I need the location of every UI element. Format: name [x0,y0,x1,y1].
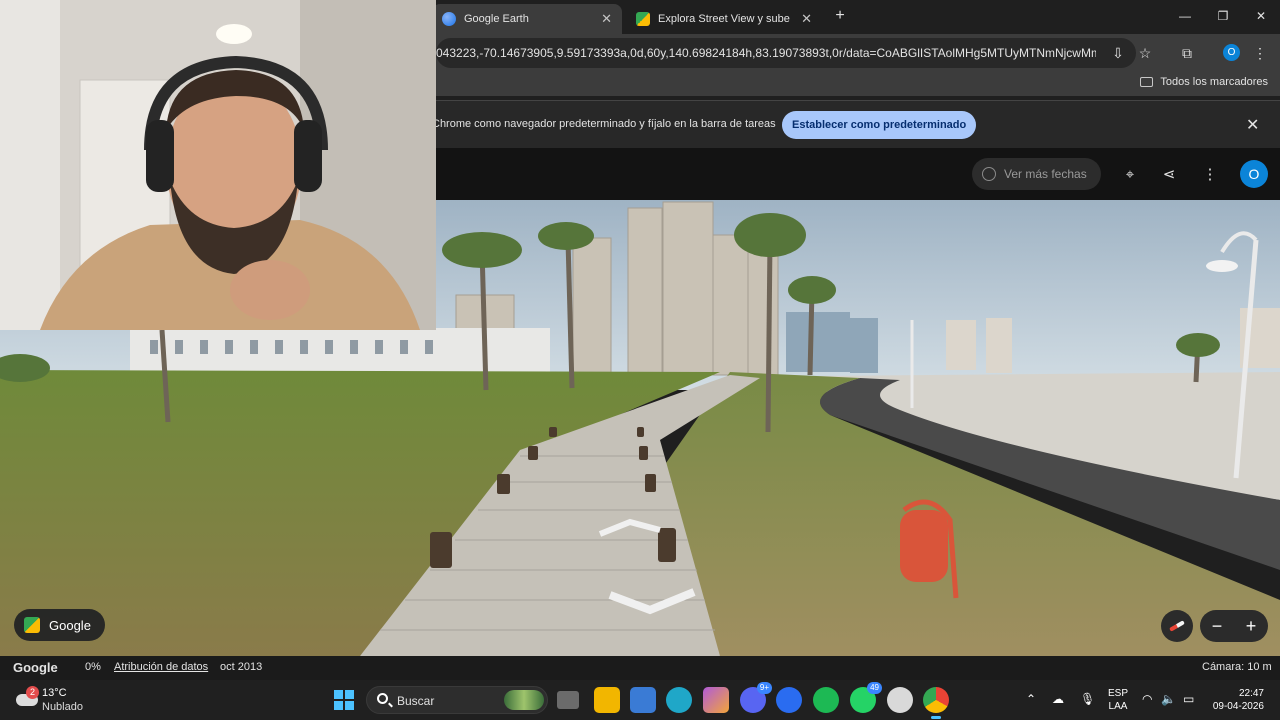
google-maps-chip[interactable]: Google [14,609,105,641]
close-tab-icon[interactable]: ✕ [801,11,812,27]
spotify-icon[interactable] [813,687,839,713]
tab-google-earth[interactable]: Google Earth ✕ [432,4,622,34]
compass-button[interactable] [1161,610,1193,642]
zoom-out-button[interactable]: − [1212,616,1223,637]
screenshot-icon[interactable]: ⌖ [1119,164,1141,186]
language-indicator[interactable]: ESP LAA [1108,687,1128,713]
profile-avatar[interactable]: O [1223,44,1240,61]
language-code: ESP [1108,688,1129,699]
edge-icon[interactable] [666,687,692,713]
weather-condition: Nublado [42,701,83,713]
tab-title: Explora Street View y sube tus p [658,13,793,25]
more-dates-button[interactable]: Ver más fechas [972,158,1101,190]
close-tab-icon[interactable]: ✕ [601,11,612,27]
whatsapp-icon[interactable]: 49 [850,682,882,713]
ea-icon[interactable] [776,687,802,713]
battery-icon[interactable]: ▭ [1183,692,1194,706]
set-default-button[interactable]: Establecer como predeterminado [782,111,977,139]
infobar-close-icon[interactable]: ✕ [1246,115,1259,135]
google-maps-icon [24,617,40,633]
bookmark-star-icon[interactable]: ☆ [1135,43,1155,63]
new-tab-button[interactable]: + [830,6,850,26]
discord-badge: 9+ [756,682,772,694]
more-options-icon[interactable]: ⋮ [1199,164,1221,186]
taskbar-search[interactable]: Buscar [366,686,548,714]
camera-altitude: Cámara: 10 m [1202,661,1272,673]
store-icon[interactable] [630,687,656,713]
compass-needle-icon [1169,620,1185,632]
weather-widget[interactable]: 2 [14,686,40,712]
minimize-button[interactable]: — [1170,6,1200,26]
file-explorer-icon[interactable] [594,687,620,713]
wifi-icon[interactable]: ◠ [1142,692,1152,706]
all-bookmarks-button[interactable]: Todos los marcadores [1140,76,1268,88]
google-logo: Google [13,660,58,675]
search-icon [377,693,388,704]
more-dates-label: Ver más fechas [1004,167,1087,181]
extensions-icon[interactable]: ⧉ [1177,43,1197,63]
address-bar[interactable]: 043223,-70.14673905,9.59173393a,0d,60y,1… [436,38,1136,68]
zoom-controls: − + [1200,610,1268,642]
weather-badge: 2 [26,686,39,699]
windows-taskbar: 2 13°C Nublado Buscar 9+ 49 ⌃ ☁ 🎙 ESP LA… [0,680,1280,720]
clock-app-icon[interactable] [887,687,913,713]
zoom-in-button[interactable]: + [1246,616,1257,637]
discord-icon[interactable]: 9+ [740,682,772,713]
search-label: Buscar [397,694,435,708]
whatsapp-badge: 49 [867,682,882,694]
close-window-button[interactable]: ✕ [1246,6,1276,26]
tab-title: Google Earth [464,13,529,25]
keyboard-layout: LAA [1108,701,1128,712]
url-text: 043223,-70.14673905,9.59173393a,0d,60y,1… [436,46,1096,60]
street-view-icon [636,12,650,26]
chrome-icon[interactable] [923,687,949,719]
all-bookmarks-label: Todos los marcadores [1160,76,1268,88]
system-clock[interactable]: 22:47 09-04-2026 [1212,687,1264,713]
folder-icon [1140,77,1154,87]
weather-temperature: 13°C [42,687,67,699]
task-view-icon[interactable] [557,691,579,709]
data-attribution-link[interactable]: Atribución de datos [114,661,208,673]
tab-street-view[interactable]: Explora Street View y sube tus p ✕ [626,4,822,34]
clock-time: 22:47 [1238,688,1264,699]
maximize-button[interactable]: ❐ [1208,6,1238,26]
earth-account-avatar[interactable]: O [1240,160,1268,188]
search-highlight-image [504,690,544,710]
share-icon[interactable]: ⋖ [1158,164,1180,186]
onedrive-icon[interactable]: ☁ [1052,692,1064,706]
webcam-overlay [0,0,436,330]
screen: Google Earth ✕ Explora Street View y sub… [0,0,1280,720]
history-icon [982,167,996,181]
copilot-icon[interactable] [703,687,729,713]
install-app-icon[interactable]: ⇩ [1108,43,1128,63]
google-earth-icon [442,12,456,26]
google-chip-label: Google [49,617,91,633]
earth-status-bar: Google 0% Atribución de datos oct 2013 C… [0,656,1280,680]
webcam-image [0,0,436,330]
microphone-icon[interactable]: 🎙 [1080,692,1095,706]
tray-overflow-icon[interactable]: ⌃ [1026,692,1036,706]
start-button[interactable] [334,690,354,710]
imagery-date: oct 2013 [220,661,263,673]
infobar-message: Chrome como navegador predeterminado y f… [432,118,776,130]
clock-date: 09-04-2026 [1212,701,1264,712]
chrome-menu-icon[interactable]: ⋮ [1250,43,1270,63]
volume-icon[interactable]: 🔈 [1161,692,1176,706]
load-percent: 0% [85,661,101,673]
